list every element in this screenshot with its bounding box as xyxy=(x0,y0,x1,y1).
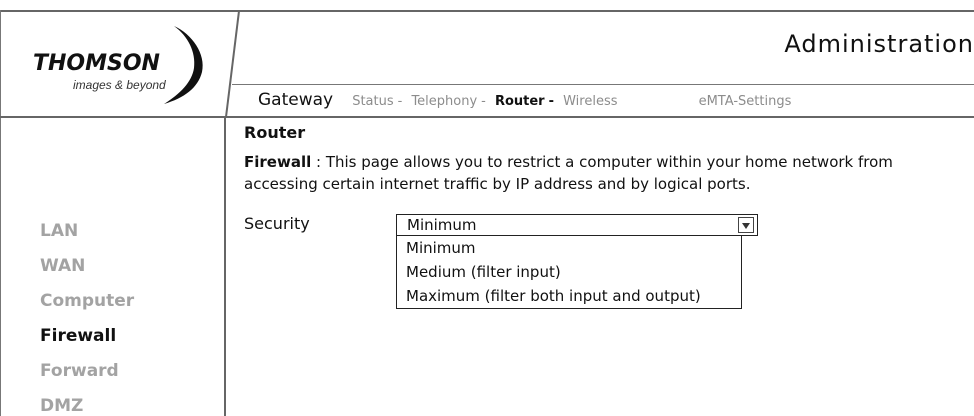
sidebar-divider xyxy=(224,116,226,416)
nav-underline xyxy=(232,84,974,85)
thomson-logo: THOMSON images & beyond xyxy=(28,26,208,104)
security-option-maximum[interactable]: Maximum (filter both input and output) xyxy=(397,284,741,308)
nav-link-emta-settings[interactable]: eMTA-Settings xyxy=(699,94,792,109)
security-label: Security xyxy=(244,214,310,233)
sidebar: LAN WAN Computer Firewall Forward DMZ xyxy=(40,214,220,416)
page-description: Firewall : This page allows you to restr… xyxy=(244,151,944,195)
nav-link-router[interactable]: Router xyxy=(495,94,545,109)
nav-separator: - xyxy=(481,94,486,109)
sidebar-item-lan[interactable]: LAN xyxy=(40,214,220,249)
chevron-down-glyph xyxy=(742,223,750,229)
chevron-down-icon[interactable] xyxy=(738,217,754,233)
section-heading: Router xyxy=(244,123,306,142)
security-option-minimum[interactable]: Minimum xyxy=(397,236,741,260)
sidebar-item-dmz[interactable]: DMZ xyxy=(40,389,220,416)
nav-gateway[interactable]: Gateway xyxy=(258,90,333,110)
security-selected-value: Minimum xyxy=(407,216,477,234)
description-text: : This page allows you to restrict a com… xyxy=(244,153,893,193)
sidebar-item-forward[interactable]: Forward xyxy=(40,354,220,389)
security-dropdown-list: Minimum Medium (filter input) Maximum (f… xyxy=(396,236,742,309)
nav-separator: - xyxy=(548,94,554,109)
logo-tagline: images & beyond xyxy=(73,78,166,92)
description-term: Firewall xyxy=(244,153,312,171)
header-bottom-rule xyxy=(0,116,974,118)
top-navigation: Gateway Status - Telephony - Router - Wirel… xyxy=(258,90,791,110)
left-frame-border xyxy=(0,10,1,416)
logo-brand-text: THOMSON xyxy=(33,51,160,76)
nav-link-status[interactable]: Status xyxy=(352,94,393,109)
security-option-medium[interactable]: Medium (filter input) xyxy=(397,260,741,284)
security-select[interactable]: Minimum xyxy=(396,214,758,236)
nav-link-telephony[interactable]: Telephony xyxy=(411,94,477,109)
thomson-swoosh-icon xyxy=(164,26,203,104)
header-top-rule xyxy=(0,10,974,12)
sidebar-item-computer[interactable]: Computer xyxy=(40,284,220,319)
sidebar-item-wan[interactable]: WAN xyxy=(40,249,220,284)
router-admin-page: THOMSON images & beyond Administration G… xyxy=(0,0,974,416)
nav-separator: - xyxy=(397,94,403,109)
sidebar-item-firewall[interactable]: Firewall xyxy=(40,319,220,354)
page-title: Administration xyxy=(784,30,974,58)
nav-link-wireless[interactable]: Wireless xyxy=(563,94,617,109)
